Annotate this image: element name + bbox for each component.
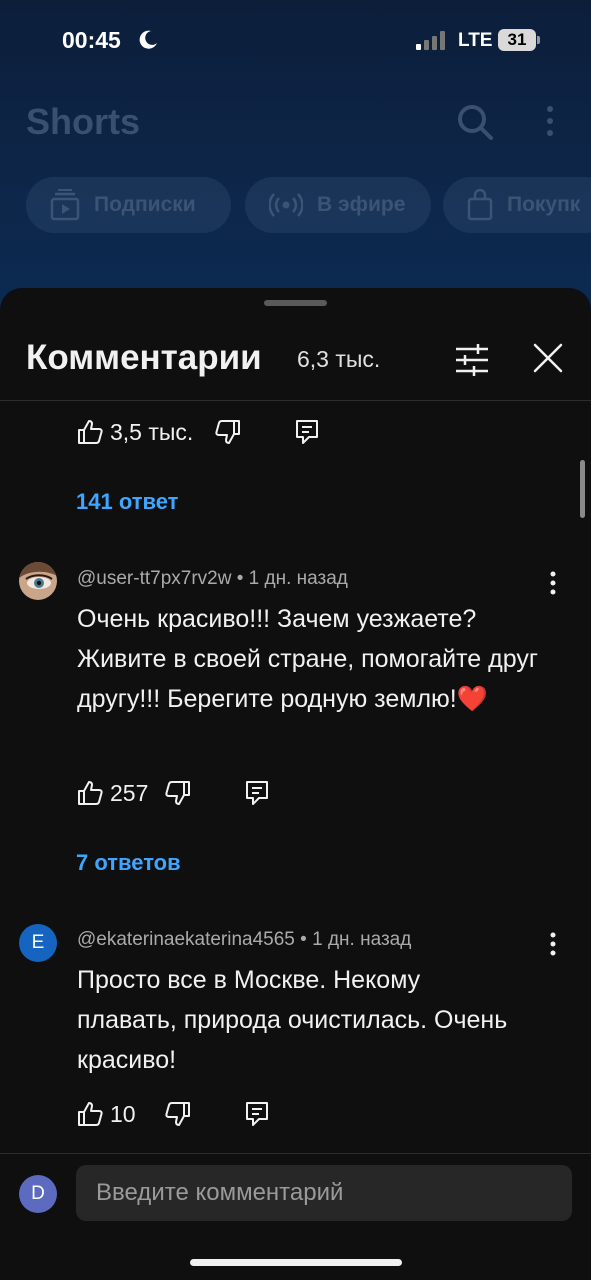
comment-actions: 257	[76, 773, 296, 813]
more-vert-icon[interactable]	[543, 929, 563, 959]
like-icon[interactable]	[76, 1100, 104, 1128]
chip-subscriptions[interactable]: Подписки	[26, 177, 231, 233]
chip-shopping-label: Покупк	[507, 193, 581, 216]
avatar-photo	[19, 562, 57, 600]
reply-icon[interactable]	[244, 1100, 270, 1128]
comment-meta: @ekaterinaekaterina4565 • 1 дн. назад	[77, 929, 411, 951]
like-count: 3,5 тыс.	[110, 418, 194, 445]
meta-separator: •	[236, 568, 249, 589]
comments-sheet: Комментарии 6,3 тыс. 3,5 тыс. 141 ответ	[0, 288, 591, 1280]
signal-icon	[416, 31, 445, 50]
network-type: LTE	[458, 30, 493, 51]
heart-emoji: ❤️	[456, 685, 488, 713]
shorts-background: 00:45 LTE 31 Shorts Подписки В эфире Пок…	[0, 0, 591, 320]
chip-live-label: В эфире	[317, 193, 406, 216]
comment-actions: 10	[76, 1094, 296, 1134]
drag-handle[interactable]	[264, 300, 327, 306]
chip-subscriptions-label: Подписки	[94, 193, 196, 216]
search-icon[interactable]	[456, 103, 494, 141]
sheet-title: Комментарии	[26, 338, 262, 377]
header-divider	[0, 400, 591, 401]
meta-separator: •	[300, 929, 313, 950]
dislike-icon[interactable]	[214, 418, 242, 446]
chip-shopping[interactable]: Покупк	[443, 177, 591, 233]
input-divider	[0, 1153, 591, 1154]
chip-live[interactable]: В эфире	[245, 177, 431, 233]
like-icon[interactable]	[76, 418, 104, 446]
comment-meta: @user-tt7px7rv2w • 1 дн. назад	[77, 568, 348, 590]
moon-icon	[139, 30, 157, 49]
comment-text: Очень красиво!!! Зачем уезжаете? Живите …	[77, 599, 557, 719]
status-bar: 00:45 LTE 31	[0, 0, 591, 80]
replies-link[interactable]: 141 ответ	[76, 489, 178, 515]
status-time: 00:45	[62, 27, 121, 53]
more-vert-icon[interactable]	[540, 104, 560, 138]
dislike-icon[interactable]	[164, 779, 192, 807]
home-indicator[interactable]	[190, 1259, 402, 1266]
filter-icon[interactable]	[452, 340, 492, 380]
scrollbar[interactable]	[580, 460, 585, 518]
comment-author[interactable]: @user-tt7px7rv2w	[77, 568, 231, 589]
avatar[interactable]: E	[19, 924, 57, 962]
shorts-title: Shorts	[26, 101, 141, 142]
comment-actions: 3,5 тыс.	[76, 412, 336, 452]
comment-input[interactable]	[76, 1165, 572, 1221]
comment-time: 1 дн. назад	[312, 929, 412, 950]
battery-icon: 31	[498, 29, 540, 51]
comment-time: 1 дн. назад	[248, 568, 348, 589]
comment-count: 6,3 тыс.	[297, 346, 381, 372]
shopping-bag-icon	[467, 189, 493, 221]
like-count: 10	[110, 1100, 136, 1127]
user-avatar-letter: D	[31, 1183, 45, 1204]
subscriptions-icon	[50, 189, 80, 221]
reply-icon[interactable]	[294, 418, 320, 446]
close-icon[interactable]	[528, 338, 568, 378]
avatar[interactable]	[19, 562, 57, 600]
more-vert-icon[interactable]	[543, 568, 563, 598]
comment-author[interactable]: @ekaterinaekaterina4565	[77, 929, 295, 950]
live-icon	[269, 193, 303, 217]
comment-text: Просто все в Москве. Некому плавать, при…	[77, 966, 508, 1074]
user-avatar[interactable]: D	[19, 1175, 57, 1213]
avatar-letter: E	[31, 932, 45, 953]
reply-icon[interactable]	[244, 779, 270, 807]
replies-link[interactable]: 7 ответов	[76, 850, 181, 876]
like-icon[interactable]	[76, 779, 104, 807]
battery-level: 31	[507, 30, 527, 49]
dislike-icon[interactable]	[164, 1100, 192, 1128]
like-count: 257	[110, 779, 149, 806]
